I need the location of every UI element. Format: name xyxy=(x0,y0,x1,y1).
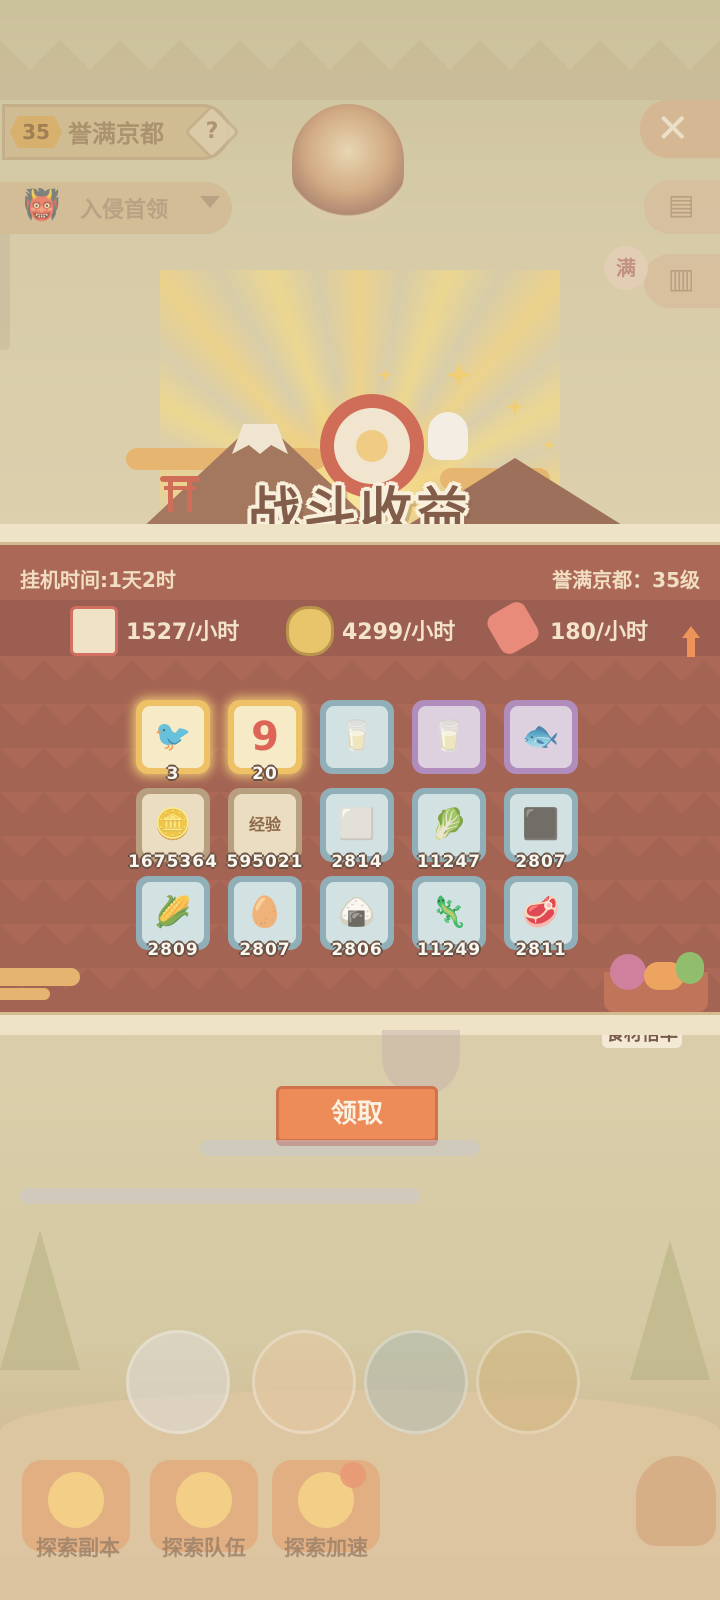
hero-portrait[interactable] xyxy=(252,1330,356,1434)
coin-rate: 4299/小时 xyxy=(342,620,456,645)
greens-icon: 🥬 xyxy=(430,807,468,842)
milk-carton-orange-item[interactable]: 🥛 xyxy=(412,700,486,774)
meat-icon: 🥩 xyxy=(522,895,560,930)
egg-icon: 🥚 xyxy=(246,895,284,930)
tree xyxy=(630,1240,710,1380)
full-badge: 满 xyxy=(604,246,648,290)
background-pattern xyxy=(0,40,720,100)
meat-item[interactable]: 🥩 2811 xyxy=(504,876,578,960)
chevron-down-icon xyxy=(200,196,220,208)
blue-bird-item[interactable]: 🐦 3 xyxy=(136,700,210,784)
notification-dot xyxy=(340,1462,366,1488)
scroll-icon: ▥ xyxy=(668,262,695,295)
exp-scroll-icon: 经验 xyxy=(248,815,281,834)
exp-rate: 1527/小时 xyxy=(126,620,240,645)
claim-button[interactable]: 领取 xyxy=(276,1086,438,1142)
magnifier-icon xyxy=(48,1472,104,1528)
cloud-stripe xyxy=(200,1140,480,1156)
coin-icon: 🪙 xyxy=(154,807,192,842)
oni-mask-icon: 👹 xyxy=(23,188,61,223)
hero-portrait[interactable] xyxy=(364,1330,468,1434)
egg-item[interactable]: 🥚 2807 xyxy=(228,876,302,960)
panel-bottom-border xyxy=(0,1012,720,1035)
cloud-stripe xyxy=(20,1188,420,1204)
corn-icon: 🌽 xyxy=(154,895,192,930)
fish-icon: 🐟 xyxy=(522,719,560,754)
tofu-item[interactable]: ⬜ 2814 xyxy=(320,788,394,872)
tree xyxy=(0,1230,80,1370)
fish-item[interactable]: 🐟 xyxy=(504,700,578,774)
team-icon xyxy=(176,1472,232,1528)
afk-time: 挂机时间:1天2时 xyxy=(20,568,176,592)
greens-item[interactable]: 🥬 11247 xyxy=(412,788,486,872)
close-icon: ✕ xyxy=(656,106,690,152)
milk-carton-blue-item[interactable]: 🥛 xyxy=(320,700,394,774)
rice-item[interactable]: 🍙 2806 xyxy=(320,876,394,960)
corn-item[interactable]: 🌽 2809 xyxy=(136,876,210,960)
explore-speedup-label: 探索加速 xyxy=(284,1536,368,1560)
notes-button[interactable]: ▤ xyxy=(644,180,720,234)
spirit-mascot xyxy=(428,412,468,460)
explore-dungeon-label: 探索副本 xyxy=(36,1536,120,1560)
rice-icon: 🍙 xyxy=(338,895,376,930)
close-button[interactable]: ✕ xyxy=(640,100,720,158)
tofu-icon: ⬜ xyxy=(338,807,376,842)
item-count: 20 xyxy=(252,764,278,784)
player-avatar[interactable] xyxy=(292,104,404,222)
hero-portrait[interactable] xyxy=(476,1330,580,1434)
scroll-button[interactable]: ▥ xyxy=(644,254,720,308)
item-count: 2811 xyxy=(515,940,567,960)
stage-level-badge: 35 xyxy=(10,116,62,148)
red-nine-icon: 9 xyxy=(251,714,279,760)
red-nine-item[interactable]: 9 20 xyxy=(228,700,302,784)
boss-dropdown-label: 入侵首领 xyxy=(80,198,169,223)
notebook-icon: ▤ xyxy=(668,188,695,221)
frog-mascot[interactable] xyxy=(636,1456,716,1546)
eel-icon: 🦎 xyxy=(430,895,468,930)
item-count: 2807 xyxy=(515,852,567,872)
exp-scroll-icon xyxy=(70,606,118,656)
cloud-deco xyxy=(0,968,80,986)
explore-team-label: 探索队伍 xyxy=(162,1536,246,1560)
candy-rate: 180/小时 xyxy=(550,620,648,645)
help-icon: ? xyxy=(205,119,219,144)
eel-item[interactable]: 🦎 11249 xyxy=(412,876,486,960)
vegetable-basket-icon[interactable] xyxy=(604,952,708,1014)
coin-icon xyxy=(286,606,334,656)
coin-item[interactable]: 🪙 1675364 xyxy=(128,788,217,872)
panel-top-border xyxy=(0,524,720,545)
milk-carton-orange-icon: 🥛 xyxy=(430,719,468,754)
stage-level-info: 誉满京都：35级 xyxy=(552,568,700,592)
stage-name: 誉满京都 xyxy=(68,120,164,148)
exp-scroll-item[interactable]: 经验 595021 xyxy=(227,788,302,872)
seaweed-item[interactable]: ⬛ 2807 xyxy=(504,788,578,872)
blue-bird-icon: 🐦 xyxy=(154,719,192,754)
hero-portrait[interactable] xyxy=(126,1330,230,1434)
milk-carton-blue-icon: 🥛 xyxy=(338,719,376,754)
seaweed-icon: ⬛ xyxy=(522,807,560,842)
